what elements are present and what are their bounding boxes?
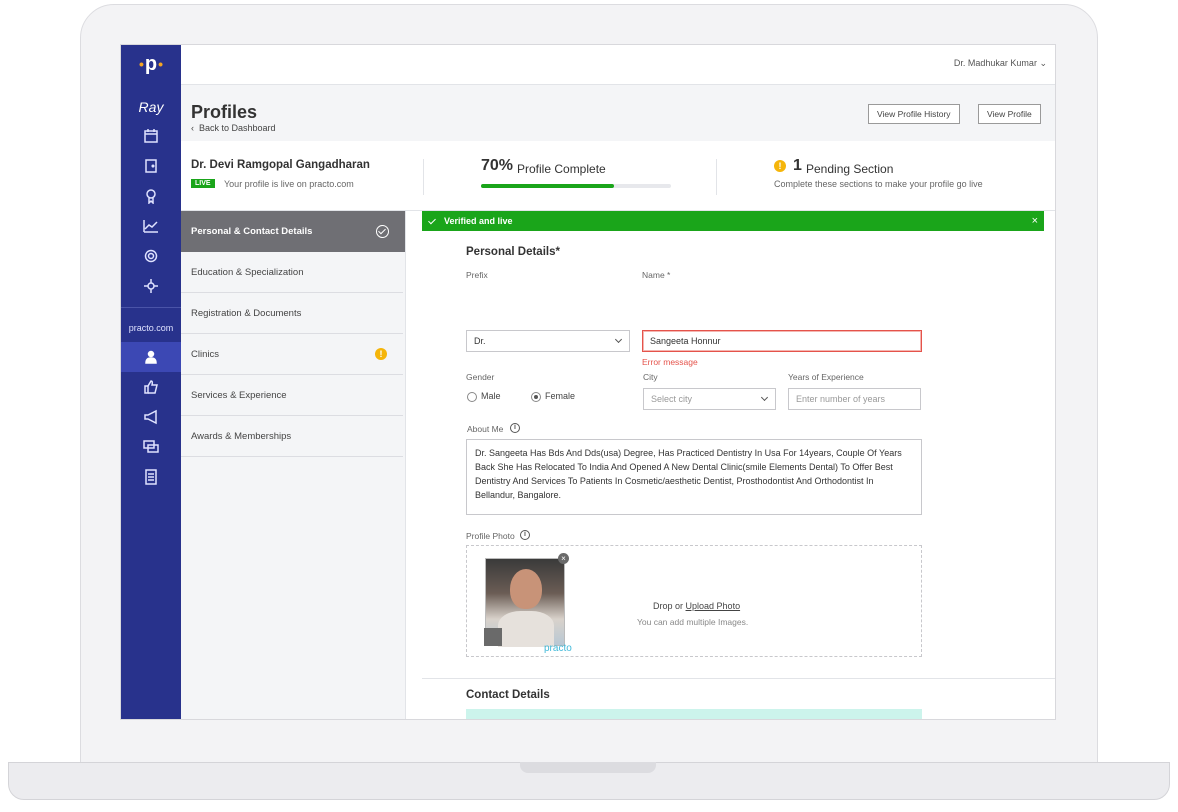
location-icon[interactable] <box>121 181 181 211</box>
user-name: Dr. Madhukar Kumar <box>953 58 1037 68</box>
banner-text: Verified and live <box>444 216 513 226</box>
page-title: Profiles <box>191 102 258 122</box>
top-bar: Dr. Madhukar Kumar ⌄ <box>181 45 1055 85</box>
completion-label: Profile Complete <box>517 162 606 176</box>
gender-female-radio[interactable] <box>531 392 541 402</box>
user-icon[interactable] <box>121 342 181 372</box>
experience-input[interactable]: Enter number of years <box>788 388 921 410</box>
profile-summary: Dr. Devi Ramgopal Gangadharan LIVE Your … <box>181 141 1055 211</box>
personal-details-panel: Verified and live × Personal Details* Pr… <box>406 211 1055 719</box>
pending-label: Pending Section <box>806 162 894 176</box>
check-icon <box>428 216 436 225</box>
back-to-dashboard-link[interactable]: ‹ Back to Dashboard <box>191 123 276 133</box>
thumbs-up-icon[interactable] <box>121 372 181 402</box>
live-status-text: Your profile is live on practo.com <box>224 179 354 189</box>
city-select[interactable]: Select city <box>643 388 776 410</box>
laptop-notch <box>520 762 656 773</box>
nav-rail: • p • Ray practo.com <box>121 45 181 719</box>
chart-icon[interactable] <box>121 211 181 241</box>
verified-banner: Verified and live × <box>422 211 1044 231</box>
prefix-label: Prefix <box>466 270 488 280</box>
section-divider <box>422 678 1055 679</box>
photo-body <box>498 611 554 647</box>
chevron-down-icon <box>614 335 623 344</box>
pending-description: Complete these sections to make your pro… <box>774 179 983 189</box>
chevron-down-icon <box>760 393 769 402</box>
nav-item-personal-contact[interactable]: Personal & Contact Details <box>181 211 405 252</box>
nav-item-education[interactable]: Education & Specialization <box>181 252 403 293</box>
practo-logo[interactable]: • p • <box>121 45 181 83</box>
gender-male-radio[interactable] <box>467 392 477 402</box>
name-input[interactable]: Sangeeta Honnur <box>642 330 922 352</box>
chat-icon[interactable] <box>121 432 181 462</box>
ray-label: Ray <box>138 99 164 115</box>
city-label: City <box>643 372 658 382</box>
nav-item-clinics[interactable]: Clinics! <box>181 334 403 375</box>
contact-details-title: Contact Details <box>466 689 550 701</box>
warning-icon: ! <box>774 160 786 172</box>
profile-photo-label: Profile Photo <box>466 531 515 541</box>
prefix-select[interactable]: Dr. <box>466 330 630 352</box>
name-error-message: Error message <box>642 357 698 367</box>
list-icon[interactable] <box>121 462 181 492</box>
live-badge: LIVE <box>191 179 215 188</box>
megaphone-icon[interactable] <box>121 402 181 432</box>
contact-notice: This is not for booking appointment. It … <box>466 709 922 719</box>
check-circle-icon <box>376 225 389 238</box>
gender-male-label: Male <box>481 391 501 401</box>
summary-divider <box>716 159 717 195</box>
summary-divider <box>423 159 424 195</box>
info-icon[interactable]: i <box>520 530 530 540</box>
completion-progress-bar <box>481 184 671 188</box>
close-icon[interactable]: × <box>1032 211 1038 231</box>
remove-photo-icon[interactable]: × <box>558 553 569 564</box>
chevron-left-icon: ‹ <box>191 123 194 133</box>
gender-label: Gender <box>466 372 495 382</box>
photo-watermark: practo <box>544 643 572 654</box>
calendar-icon[interactable] <box>121 121 181 151</box>
app-screen: • p • Ray practo.com Dr. Madhukar Kumar ⌄ … <box>120 44 1056 720</box>
nav-item-registration[interactable]: Registration & Documents <box>181 293 403 334</box>
drop-hint: You can add multiple Images. <box>637 617 749 627</box>
photo-face <box>510 569 542 609</box>
gear-icon[interactable] <box>121 241 181 271</box>
chevron-down-icon: ⌄ <box>1039 58 1047 68</box>
nav-item-awards[interactable]: Awards & Memberships <box>181 416 403 457</box>
rail-divider <box>121 307 181 308</box>
view-profile-history-button[interactable]: View Profile History <box>868 104 960 124</box>
completion-percent: 70% <box>481 157 514 174</box>
door-icon[interactable] <box>121 151 181 181</box>
info-icon[interactable]: i <box>510 423 520 433</box>
warning-icon: ! <box>375 348 387 360</box>
user-menu[interactable]: Dr. Madhukar Kumar ⌄ <box>954 58 1047 69</box>
avatar-icon[interactable] <box>484 628 502 646</box>
view-profile-button[interactable]: View Profile <box>978 104 1041 124</box>
about-me-label: About Me <box>467 424 504 434</box>
experience-label: Years of Experience <box>788 372 864 382</box>
nav-item-services[interactable]: Services & Experience <box>181 375 403 416</box>
gender-female-label: Female <box>545 391 576 401</box>
doctor-name: Dr. Devi Ramgopal Gangadharan <box>191 159 370 171</box>
drop-instruction: Drop or Upload Photo <box>653 601 741 611</box>
about-me-textarea[interactable]: Dr. Sangeeta Has Bds And Dds(usa) Degree… <box>466 439 922 515</box>
upload-photo-link[interactable]: Upload Photo <box>686 601 741 611</box>
completion-progress-fill <box>481 184 614 188</box>
crosshair-icon[interactable] <box>121 271 181 301</box>
personal-details-title: Personal Details* <box>466 246 560 258</box>
name-label: Name * <box>642 270 671 280</box>
photo-dropzone[interactable]: practo × Drop or Upload Photo You can ad… <box>466 545 922 657</box>
practo-site-link[interactable]: practo.com <box>121 314 181 342</box>
pending-count: 1 <box>793 157 802 174</box>
section-nav: Personal & Contact Details Education & S… <box>181 211 406 719</box>
